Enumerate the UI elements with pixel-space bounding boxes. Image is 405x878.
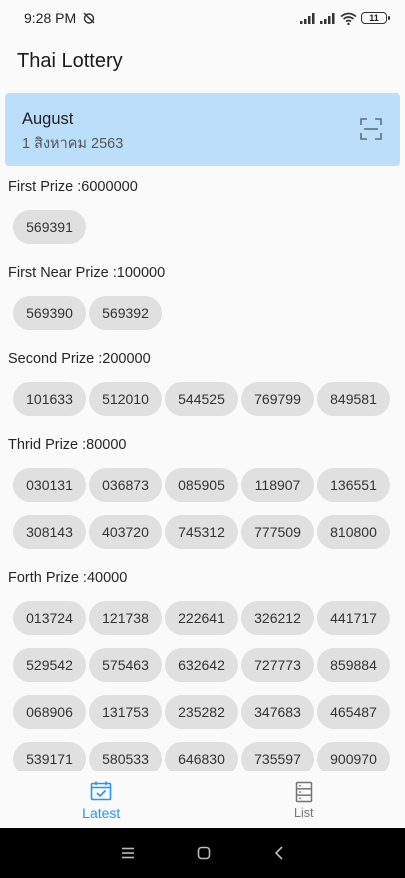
latest-draw-banner[interactable]: August 1 สิงหาคม 2563 [5, 93, 400, 166]
prize-section-fourth: Forth Prize :40000 013724 121738 222641 … [0, 561, 405, 771]
number-chip[interactable]: 900970 [317, 742, 390, 771]
number-chips: 030131 036873 085905 118907 136551 30814… [0, 468, 405, 549]
number-chip[interactable]: 308143 [13, 515, 86, 549]
number-chip[interactable]: 580533 [89, 742, 162, 771]
status-bar: 9:28 PM 11 [0, 0, 405, 36]
server-list-icon [295, 781, 312, 802]
number-chip[interactable]: 465487 [317, 695, 390, 729]
alarm-off-icon [83, 12, 95, 24]
number-chip[interactable]: 646830 [165, 742, 238, 771]
number-chip[interactable]: 222641 [165, 601, 238, 635]
status-left: 9:28 PM [24, 10, 96, 26]
section-title: Forth Prize :40000 [8, 570, 128, 586]
number-chips: 013724 121738 222641 326212 441717 52954… [0, 601, 405, 771]
number-chip[interactable]: 347683 [241, 695, 314, 729]
number-chip[interactable]: 569392 [89, 296, 162, 330]
number-chip[interactable]: 569391 [13, 210, 86, 244]
status-right: 11 [300, 12, 390, 25]
calendar-check-icon [90, 781, 112, 800]
number-chip[interactable]: 727773 [241, 648, 314, 682]
battery-icon: 11 [361, 12, 390, 24]
signal-icon [300, 12, 315, 24]
system-navigation-bar [0, 828, 405, 878]
number-chip[interactable]: 131753 [89, 695, 162, 729]
number-chip[interactable]: 121738 [89, 601, 162, 635]
section-title: First Prize :6000000 [8, 179, 138, 195]
number-chip[interactable]: 512010 [89, 382, 162, 416]
number-chip[interactable]: 118907 [241, 468, 314, 502]
number-chip[interactable]: 859884 [317, 648, 390, 682]
prize-section-second: Second Prize :200000 101633 512010 54452… [0, 342, 405, 416]
battery-level: 11 [369, 12, 379, 23]
prize-section-first: First Prize :6000000 569391 [0, 170, 405, 244]
banner-date: 1 สิงหาคม 2563 [22, 136, 124, 152]
scan-icon[interactable] [360, 118, 382, 140]
number-chip[interactable]: 326212 [241, 601, 314, 635]
number-chip[interactable]: 544525 [165, 382, 238, 416]
number-chip[interactable]: 777509 [241, 515, 314, 549]
number-chip[interactable]: 745312 [165, 515, 238, 549]
number-chip[interactable]: 810800 [317, 515, 390, 549]
nav-item-latest[interactable]: Latest [0, 771, 203, 828]
number-chip[interactable]: 569390 [13, 296, 86, 330]
number-chip[interactable]: 403720 [89, 515, 162, 549]
page-title: Thai Lottery [17, 49, 123, 72]
menu-icon[interactable] [121, 847, 135, 859]
prize-section-first-near: First Near Prize :100000 569390 569392 [0, 256, 405, 330]
number-chips: 569390 569392 [0, 296, 405, 330]
number-chip[interactable]: 849581 [317, 382, 390, 416]
number-chip[interactable]: 769799 [241, 382, 314, 416]
number-chip[interactable]: 036873 [89, 468, 162, 502]
signal-icon [320, 12, 335, 24]
number-chips: 569391 [0, 210, 405, 244]
number-chip[interactable]: 030131 [13, 468, 86, 502]
number-chip[interactable]: 136551 [317, 468, 390, 502]
app-bar: Thai Lottery [0, 36, 405, 86]
number-chip[interactable]: 735597 [241, 742, 314, 771]
nav-item-list[interactable]: List [203, 771, 405, 828]
number-chip[interactable]: 085905 [165, 468, 238, 502]
bottom-navigation: Latest List [0, 771, 405, 828]
section-title: Second Prize :200000 [8, 351, 151, 367]
number-chip[interactable]: 575463 [89, 648, 162, 682]
number-chip[interactable]: 632642 [165, 648, 238, 682]
number-chip[interactable]: 013724 [13, 601, 86, 635]
nav-label-list: List [294, 805, 314, 820]
number-chip[interactable]: 068906 [13, 695, 86, 729]
prize-list[interactable]: First Prize :6000000 569391 First Near P… [0, 170, 405, 771]
number-chip[interactable]: 529542 [13, 648, 86, 682]
wifi-icon [340, 12, 357, 25]
nav-label-latest: Latest [82, 804, 121, 821]
status-time: 9:28 PM [24, 10, 77, 26]
banner-month: August [22, 110, 74, 128]
number-chips: 101633 512010 544525 769799 849581 [0, 382, 405, 416]
back-icon[interactable] [274, 846, 284, 860]
section-title: Thrid Prize :80000 [8, 437, 127, 453]
number-chip[interactable]: 441717 [317, 601, 390, 635]
prize-section-third: Thrid Prize :80000 030131 036873 085905 … [0, 428, 405, 549]
number-chip[interactable]: 101633 [13, 382, 86, 416]
number-chip[interactable]: 539171 [13, 742, 86, 771]
home-icon[interactable] [197, 846, 211, 860]
number-chip[interactable]: 235282 [165, 695, 238, 729]
section-title: First Near Prize :100000 [8, 265, 166, 281]
